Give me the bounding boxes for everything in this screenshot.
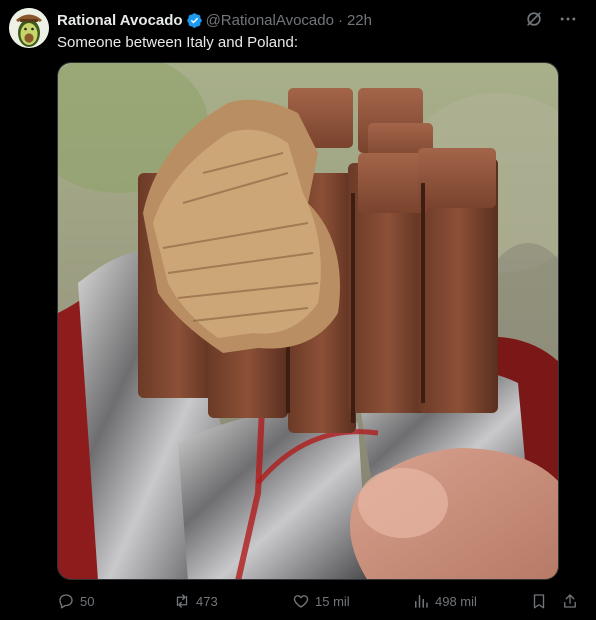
bookmark-button[interactable]: [530, 590, 548, 612]
reply-button[interactable]: 50: [57, 590, 94, 612]
author-handle[interactable]: @RationalAvocado: [206, 12, 334, 29]
tweet[interactable]: Rational Avocado @RationalAvocado · 22h …: [0, 0, 596, 620]
share-button[interactable]: [561, 590, 579, 612]
heart-icon: [293, 595, 309, 608]
top-actions: [524, 9, 578, 29]
retweet-button[interactable]: 473: [173, 590, 218, 612]
timestamp[interactable]: 22h: [347, 12, 372, 29]
separator-dot: ·: [337, 11, 343, 29]
retweet-count: 473: [196, 593, 218, 609]
verified-badge-icon: [186, 12, 202, 28]
grok-icon[interactable]: [524, 9, 544, 29]
views-button[interactable]: 498 mil: [412, 590, 477, 612]
tweet-header: Rational Avocado @RationalAvocado · 22h: [57, 10, 372, 30]
more-icon[interactable]: [558, 9, 578, 29]
views-count: 498 mil: [435, 593, 477, 609]
like-button[interactable]: 15 mil: [292, 590, 350, 612]
tweet-text: Someone between Italy and Poland:: [57, 34, 299, 51]
author-name[interactable]: Rational Avocado: [57, 12, 183, 29]
views-icon: [415, 595, 428, 608]
bookmark-icon: [533, 594, 545, 609]
avocado-avatar[interactable]: [9, 8, 49, 48]
like-count: 15 mil: [315, 593, 350, 609]
reply-icon: [59, 594, 73, 609]
retweet-icon: [176, 594, 188, 608]
reply-count: 50: [80, 593, 95, 609]
share-icon: [564, 594, 576, 608]
action-bar: 50 473 15 mil 498 mil: [57, 590, 582, 612]
tweet-image[interactable]: [57, 62, 559, 580]
